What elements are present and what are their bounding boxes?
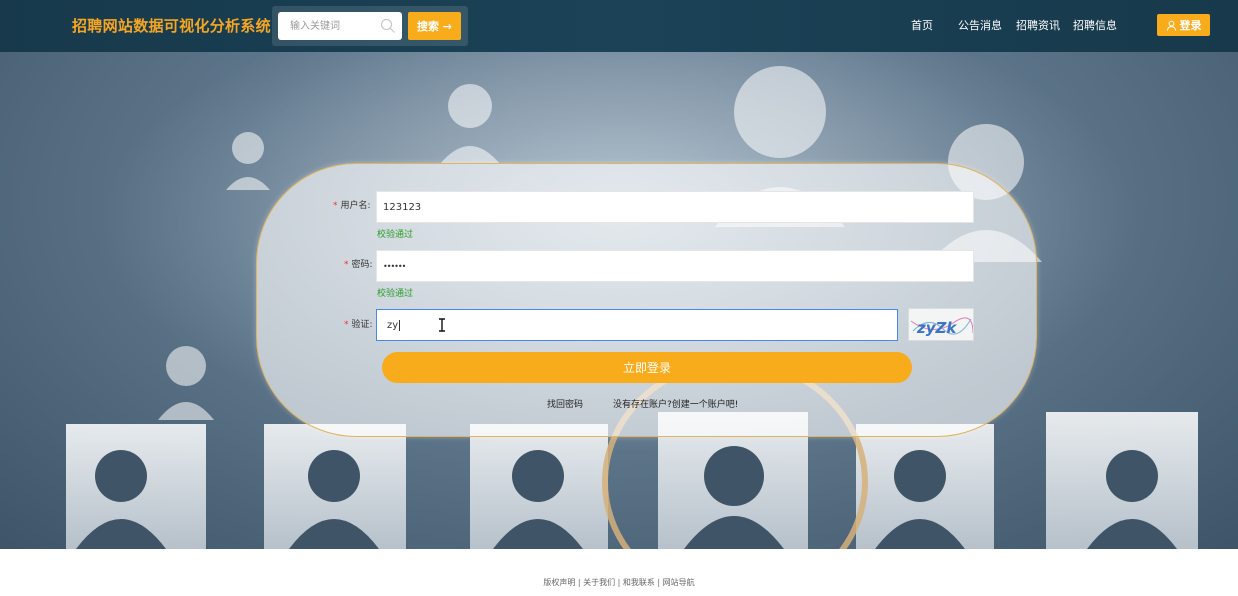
forgot-password-link[interactable]: 找回密码 bbox=[547, 397, 583, 410]
username-hint: 校验通过 bbox=[377, 230, 414, 240]
login-button[interactable]: 登录 bbox=[1157, 14, 1210, 36]
username-label: * 用户名: bbox=[333, 201, 371, 211]
text-cursor-icon bbox=[439, 318, 445, 332]
search-button[interactable]: 搜索 → bbox=[408, 12, 461, 40]
captcha-value: zy bbox=[387, 319, 399, 331]
site-brand[interactable]: 招聘网站数据可视化分析系统 bbox=[72, 15, 271, 36]
password-label: * 密码: bbox=[344, 260, 373, 270]
username-field[interactable]: 123123 bbox=[376, 191, 974, 223]
captcha-picture: zyZk bbox=[910, 317, 973, 337]
login-button-label: 登录 bbox=[1179, 19, 1202, 32]
nav-job-listings[interactable]: 招聘信息 bbox=[1073, 17, 1117, 33]
nav-home[interactable]: 首页 bbox=[911, 17, 933, 33]
password-value: •••••• bbox=[383, 261, 406, 271]
login-submit-button[interactable]: 立即登录 bbox=[382, 352, 912, 383]
required-asterisk: * bbox=[333, 201, 338, 211]
username-value: 123123 bbox=[383, 201, 422, 213]
top-header: 招聘网站数据可视化分析系统 搜索 → 首页 公告消息 招聘资讯 招聘信息 登录 bbox=[0, 0, 1238, 52]
captcha-label: * 验证: bbox=[344, 320, 373, 330]
password-hint: 校验通过 bbox=[377, 289, 414, 299]
password-field[interactable]: •••••• bbox=[376, 250, 974, 282]
page-footer: 版权声明 | 关于我们 | 和我联系 | 网站导航 bbox=[0, 549, 1238, 596]
footer-links[interactable]: 版权声明 | 关于我们 | 和我联系 | 网站导航 bbox=[0, 577, 1238, 588]
svg-text:zyZk: zyZk bbox=[916, 319, 957, 337]
required-asterisk: * bbox=[344, 320, 349, 330]
captcha-input[interactable]: zy bbox=[376, 309, 898, 341]
nav-announcements[interactable]: 公告消息 bbox=[958, 17, 1002, 33]
captcha-image[interactable]: zyZk bbox=[908, 308, 974, 341]
search-icon bbox=[380, 18, 395, 33]
register-link[interactable]: 没有存在账户?创建一个账户吧! bbox=[613, 397, 738, 410]
required-asterisk: * bbox=[344, 260, 349, 270]
user-icon bbox=[1166, 20, 1176, 31]
search-bar: 搜索 → bbox=[272, 6, 468, 46]
nav-recruitment-news[interactable]: 招聘资讯 bbox=[1016, 17, 1060, 33]
text-caret bbox=[399, 319, 401, 331]
hero-background: * 用户名: 123123 校验通过 * 密码: •••••• 校验通过 * 验证: … bbox=[0, 52, 1238, 549]
login-card: * 用户名: 123123 校验通过 * 密码: •••••• 校验通过 * 验证: … bbox=[256, 163, 1037, 437]
